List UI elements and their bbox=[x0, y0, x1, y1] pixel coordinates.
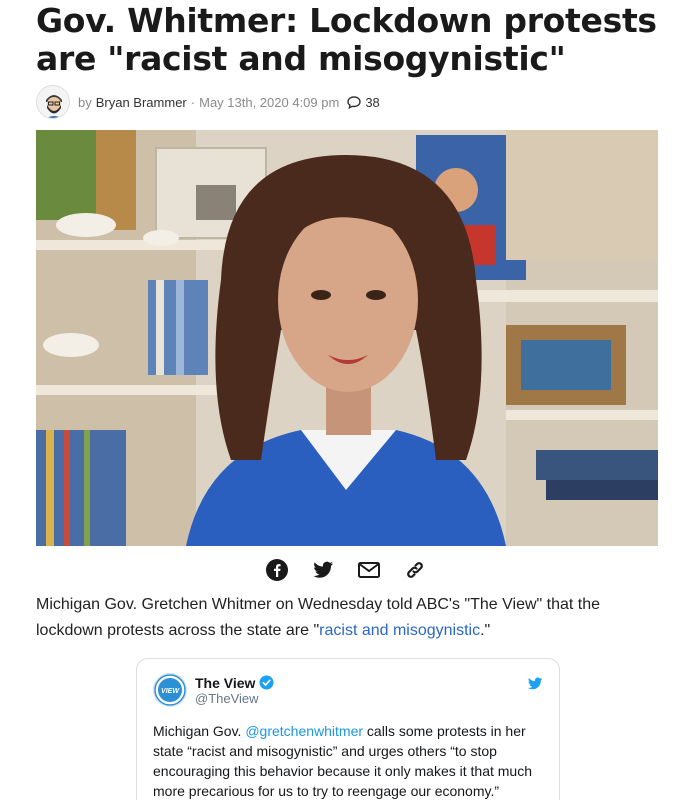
hero-image bbox=[36, 130, 658, 546]
byline-prefix: by bbox=[78, 94, 92, 110]
share-bar bbox=[264, 556, 428, 584]
the-view-logo[interactable]: VIEW bbox=[153, 673, 187, 707]
verified-badge-icon bbox=[259, 675, 274, 690]
publish-date: May 13th, 2020 4:09 pm bbox=[199, 94, 340, 110]
tweet-header: VIEW The View @TheView bbox=[153, 673, 543, 707]
tweet-text: Michigan Gov. @gretchenwhitmer calls som… bbox=[153, 721, 545, 800]
tweet-account: The View @TheView bbox=[195, 675, 274, 706]
account-name-text: The View bbox=[195, 674, 256, 691]
tweet-text-start: Michigan Gov. bbox=[153, 723, 246, 739]
tweet-handle[interactable]: @TheView bbox=[195, 691, 274, 706]
embedded-tweet[interactable]: VIEW The View @TheView Michigan Gov. @gr… bbox=[136, 658, 560, 800]
tweet-account-name[interactable]: The View bbox=[195, 675, 274, 691]
article-lede: Michigan Gov. Gretchen Whitmer on Wednes… bbox=[36, 592, 636, 644]
facebook-icon[interactable] bbox=[264, 557, 290, 583]
byline-separator: · bbox=[190, 94, 196, 110]
comments-link[interactable]: 38 bbox=[347, 94, 380, 110]
lede-text: Michigan Gov. Gretchen Whitmer on Wednes… bbox=[36, 596, 601, 639]
article-headline: Gov. Whitmer: Lockdown protests are "rac… bbox=[36, 1, 657, 78]
comment-count: 38 bbox=[365, 94, 380, 110]
link-icon[interactable] bbox=[402, 557, 428, 583]
twitter-bird-icon[interactable] bbox=[527, 677, 543, 696]
author-avatar[interactable] bbox=[36, 85, 70, 119]
author-link[interactable]: Bryan Brammer bbox=[96, 95, 187, 110]
logo-text: VIEW bbox=[161, 688, 180, 695]
email-icon[interactable] bbox=[356, 557, 382, 583]
comment-icon bbox=[347, 95, 362, 109]
tweet-mention-link[interactable]: @gretchenwhitmer bbox=[245, 723, 363, 739]
byline: by Bryan Brammer · May 13th, 2020 4:09 p… bbox=[36, 84, 380, 120]
twitter-icon[interactable] bbox=[310, 557, 336, 583]
lede-quote-link[interactable]: racist and misogynistic bbox=[319, 622, 480, 639]
lede-end: ." bbox=[480, 622, 491, 639]
